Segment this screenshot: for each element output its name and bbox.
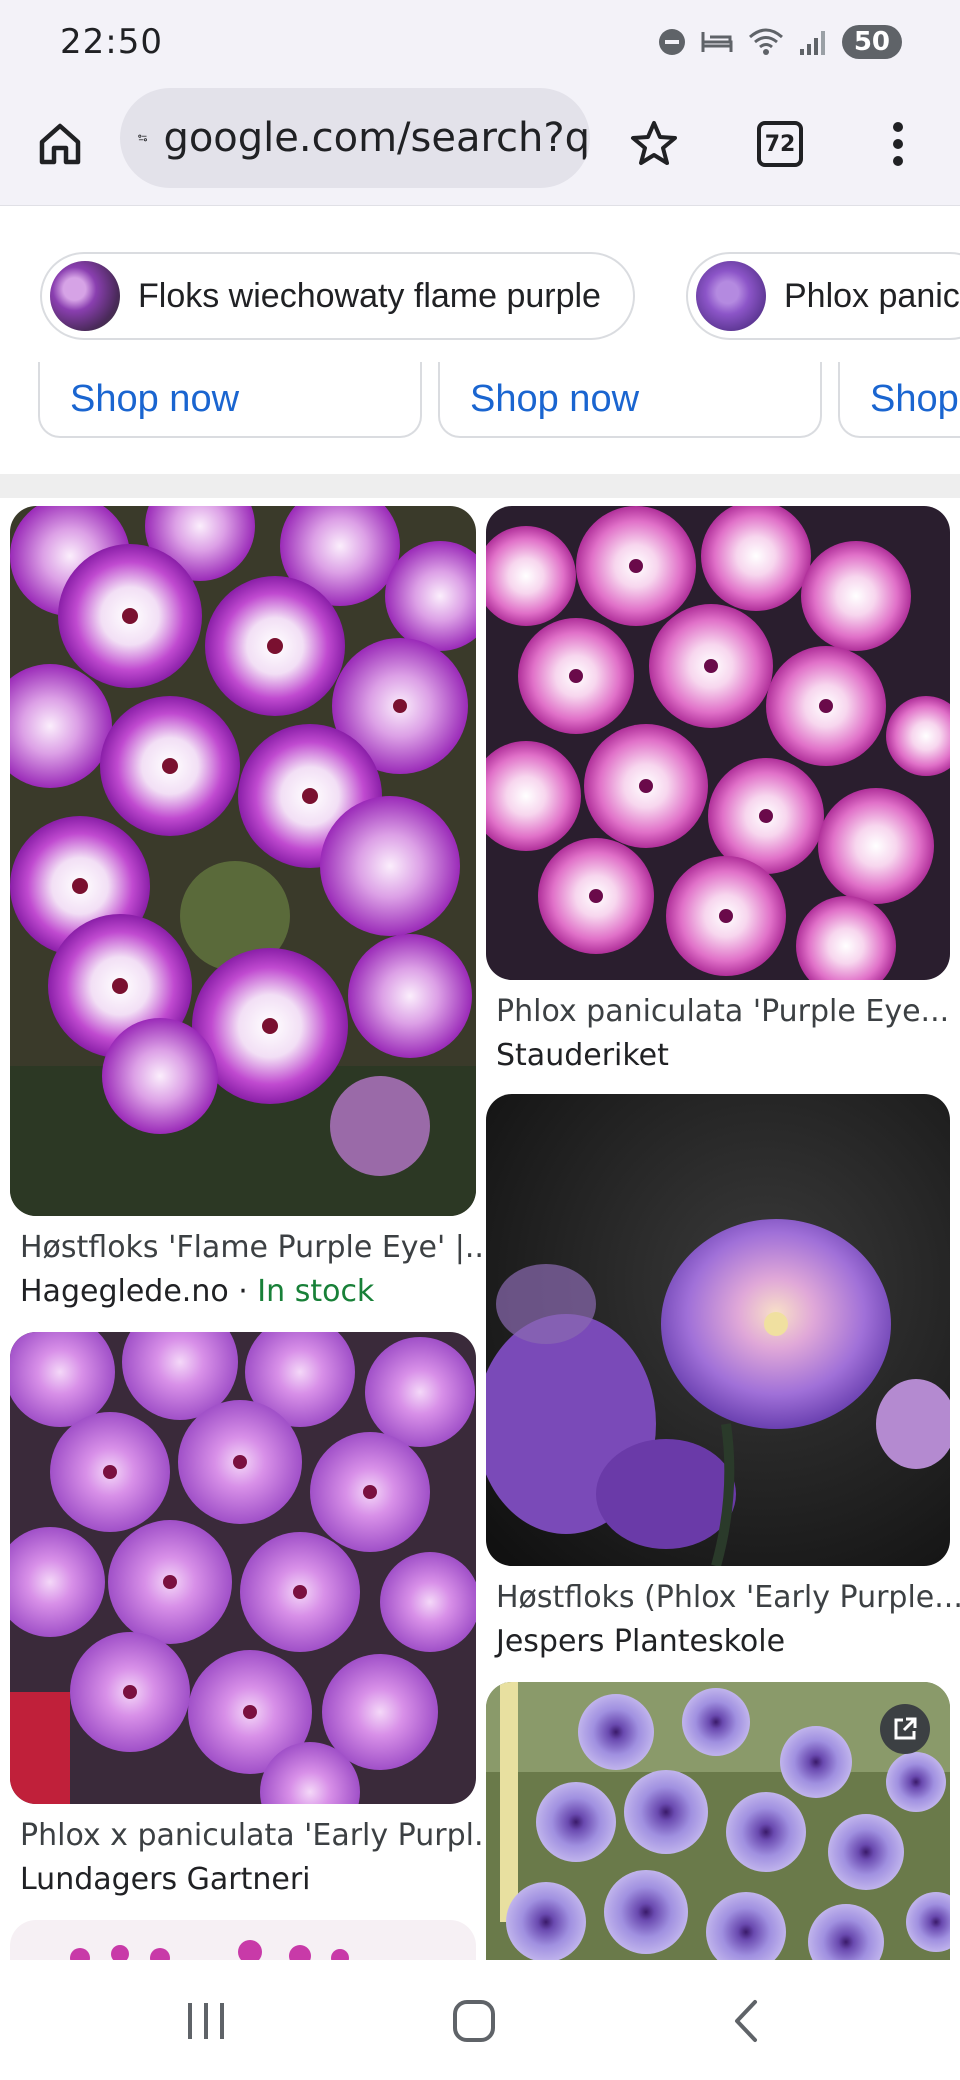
chip-thumbnail (50, 261, 120, 331)
result-source: Lundagers Gartneri (20, 1862, 311, 1897)
shop-now-button[interactable]: Shop now (438, 362, 822, 438)
signal-icon (799, 31, 825, 55)
section-divider (0, 474, 960, 498)
home-button[interactable] (20, 104, 100, 184)
result-image[interactable] (10, 506, 476, 1216)
phlox-early-purple-image (486, 1094, 950, 1566)
phlox-early-purple-cluster-image (10, 1332, 476, 1804)
in-stock-label: In stock (257, 1274, 375, 1309)
tab-switcher-button[interactable]: 72 (740, 104, 820, 184)
browser-toolbar: google.com/search?q 72 (0, 84, 960, 206)
result-title[interactable]: Phlox paniculata 'Purple Eye... (496, 994, 949, 1029)
site-settings-icon[interactable] (138, 121, 147, 155)
result-source-name: Hageglede.no (20, 1274, 229, 1309)
status-time: 22:50 (60, 22, 163, 62)
chip-label: Floks wiechowaty flame purple (138, 276, 601, 315)
phlox-flame-purple-eye-image (10, 506, 476, 1216)
back-icon (735, 2000, 757, 2042)
battery-badge: 50 (841, 25, 902, 59)
open-external-button[interactable] (880, 1704, 930, 1754)
image-result-card[interactable]: Phlox x paniculata 'Early Purpl... Lunda… (10, 1332, 503, 1898)
chip-floks-wiechowaty[interactable]: Floks wiechowaty flame purple (40, 252, 635, 340)
bookmark-star-icon (631, 121, 677, 165)
home-icon (39, 123, 81, 165)
more-vert-icon (893, 122, 903, 166)
system-nav-bar (0, 1960, 960, 2080)
chip-label: Phlox panic (784, 276, 960, 315)
menu-button[interactable] (858, 104, 938, 184)
recents-button[interactable] (166, 1986, 246, 2056)
related-chips-row: Floks wiechowaty flame purple Phlox pani… (0, 206, 960, 362)
wifi-icon (748, 28, 783, 55)
status-bar: 22:50 50 (0, 0, 960, 84)
recents-icon (188, 2003, 224, 2039)
result-source: Hageglede.no · In stock (20, 1274, 374, 1309)
result-source: Stauderiket (496, 1038, 669, 1073)
shop-now-button[interactable]: Shop (838, 362, 960, 438)
image-result-card[interactable] (486, 1682, 950, 1960)
shop-now-label: Shop now (70, 377, 240, 420)
result-image[interactable] (10, 1332, 476, 1804)
result-image[interactable] (10, 1920, 476, 1960)
source-separator: · (228, 1274, 258, 1309)
result-image[interactable] (486, 1682, 950, 1960)
shop-now-button[interactable]: Shop now (38, 362, 422, 438)
url-text: google.com/search?q (163, 115, 590, 161)
result-title[interactable]: Phlox x paniculata 'Early Purpl... (20, 1818, 503, 1853)
home-nav-icon (453, 2000, 495, 2042)
open-external-icon (894, 1717, 917, 1740)
bed-icon (701, 32, 733, 52)
image-result-card[interactable] (10, 1920, 476, 1960)
chip-phlox-paniculata[interactable]: Phlox panic (686, 252, 960, 340)
result-title[interactable]: Høstfloks (Phlox 'Early Purple... (496, 1580, 960, 1615)
chip-thumbnail (696, 261, 766, 331)
result-image[interactable] (486, 1094, 950, 1566)
result-title[interactable]: Høstfloks 'Flame Purple Eye' |... (20, 1230, 493, 1265)
tab-switcher-icon: 72 (757, 121, 803, 167)
address-bar[interactable]: google.com/search?q (120, 88, 590, 188)
home-nav-button[interactable] (434, 1986, 514, 2056)
status-icons: 50 (658, 22, 902, 62)
phlox-partial-image (10, 1920, 476, 1960)
browser-screen: 22:50 50 google.com/search?q 72 Floks wi… (0, 0, 960, 2080)
bookmark-button[interactable] (614, 104, 694, 184)
back-button[interactable] (706, 1986, 786, 2056)
shop-now-label: Shop (870, 377, 959, 420)
shop-buttons-row: Shop now Shop now Shop (0, 362, 960, 474)
do-not-disturb-icon (658, 29, 685, 55)
result-source: Jespers Planteskole (496, 1624, 786, 1659)
result-image[interactable] (486, 506, 950, 980)
image-result-card[interactable]: Høstfloks (Phlox 'Early Purple... Jesper… (486, 1094, 960, 1660)
image-result-card[interactable]: Høstfloks 'Flame Purple Eye' |... Hagegl… (10, 506, 493, 1309)
phlox-purple-eye-image (486, 506, 950, 980)
shop-now-label: Shop now (470, 377, 640, 420)
image-result-card[interactable]: Phlox paniculata 'Purple Eye... Stauderi… (486, 506, 950, 1073)
